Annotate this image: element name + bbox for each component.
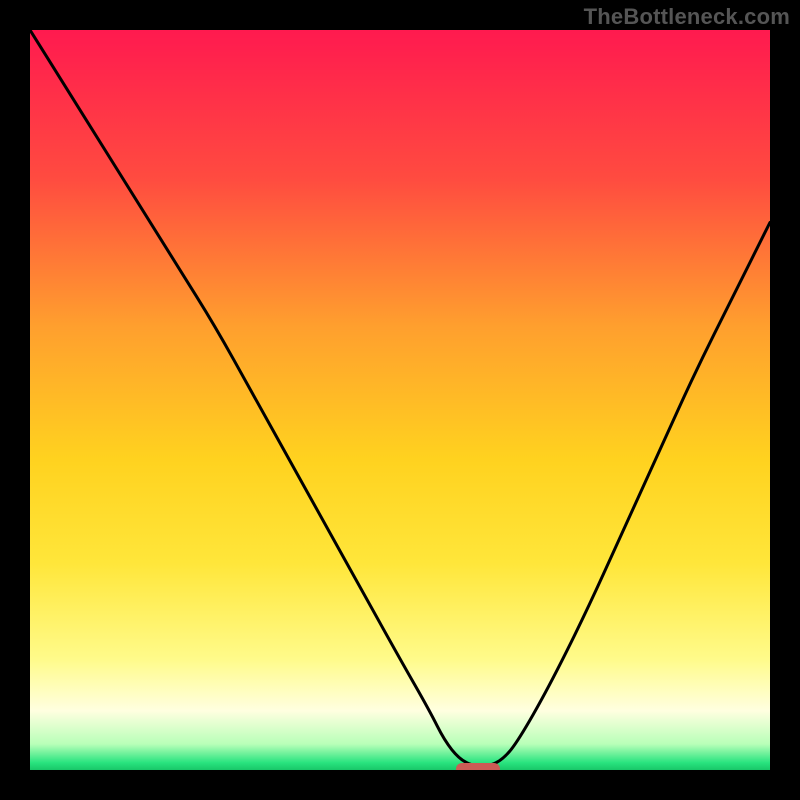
plot-area [30,30,770,770]
plot-svg [30,30,770,770]
chart-frame: TheBottleneck.com [0,0,800,800]
optimal-range-marker [456,763,500,770]
watermark-text: TheBottleneck.com [584,4,790,30]
